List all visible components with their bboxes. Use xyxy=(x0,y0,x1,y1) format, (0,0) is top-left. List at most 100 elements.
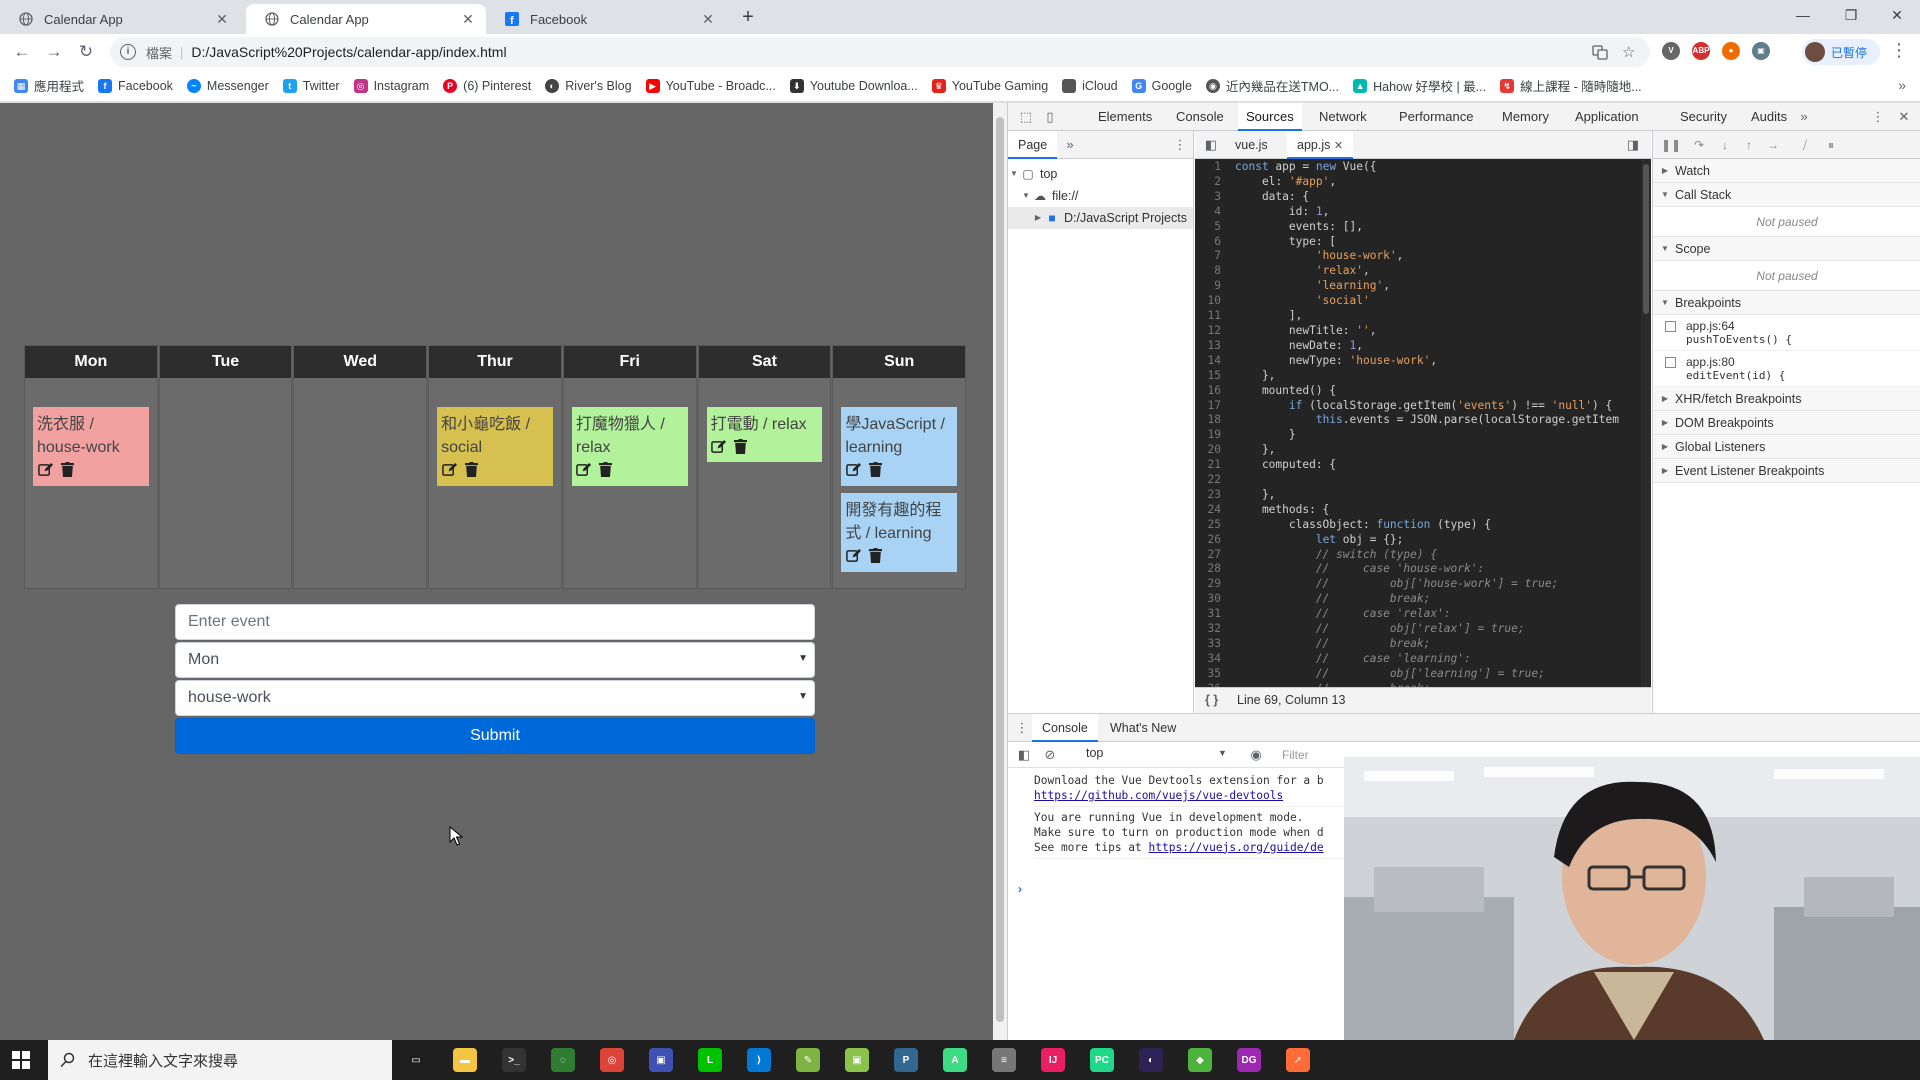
clear-console-icon[interactable]: ⊘ xyxy=(1042,747,1058,763)
submit-button[interactable]: Submit xyxy=(175,718,815,754)
pycharm-icon[interactable]: PC xyxy=(1090,1048,1114,1072)
extension-v-icon[interactable]: V xyxy=(1662,42,1680,60)
pause-icon[interactable]: ❚❚ xyxy=(1661,137,1681,153)
line-number[interactable]: 8 xyxy=(1195,264,1227,280)
step-out-icon[interactable]: ↑ xyxy=(1741,137,1757,153)
close-window-button[interactable]: ✕ xyxy=(1874,0,1920,30)
line-number[interactable]: 13 xyxy=(1195,338,1227,354)
vscode-icon[interactable]: ⟩ xyxy=(747,1048,771,1072)
line-number[interactable]: 15 xyxy=(1195,368,1227,384)
call-stack-section[interactable]: ▼ Call Stack xyxy=(1653,183,1920,207)
line-number[interactable]: 25 xyxy=(1195,517,1227,533)
line-number[interactable]: 22 xyxy=(1195,473,1227,488)
postman-icon[interactable]: ➚ xyxy=(1286,1048,1310,1072)
bookmark-item[interactable]: iCloud xyxy=(1062,78,1118,93)
bookmark-item[interactable]: ▦ 應用程式 xyxy=(14,76,84,95)
line-number[interactable]: 12 xyxy=(1195,323,1227,339)
chevron-right-icon[interactable]: » xyxy=(1898,77,1906,93)
edit-icon[interactable] xyxy=(576,461,592,477)
datagrip-icon[interactable]: DG xyxy=(1237,1048,1261,1072)
close-icon[interactable]: ✕ xyxy=(1896,109,1912,125)
close-icon[interactable]: ✕ xyxy=(460,11,476,28)
line-icon[interactable]: L xyxy=(698,1048,722,1072)
browser-tab-3[interactable]: f Facebook ✕ xyxy=(486,4,726,34)
line-number[interactable]: 4 xyxy=(1195,204,1227,220)
chrome-icon[interactable]: ◎ xyxy=(600,1048,624,1072)
editor-scrollbar[interactable] xyxy=(1641,160,1651,697)
context-select[interactable]: top xyxy=(1086,746,1236,760)
line-number[interactable]: 6 xyxy=(1195,234,1227,250)
mongodb-icon[interactable]: ◆ xyxy=(1188,1048,1212,1072)
edit-icon[interactable] xyxy=(441,461,457,477)
xhr-breakpoints-section[interactable]: ▶ XHR/fetch Breakpoints xyxy=(1653,387,1920,411)
line-number[interactable]: 21 xyxy=(1195,458,1227,474)
breakpoint-item[interactable]: app.js:64 pushToEvents() { xyxy=(1653,315,1920,351)
line-number[interactable]: 11 xyxy=(1195,309,1227,324)
breakpoints-section[interactable]: ▼ Breakpoints xyxy=(1653,291,1920,315)
browser-tab-1[interactable]: Calendar App ✕ xyxy=(0,4,240,34)
pretty-print-icon[interactable]: { } xyxy=(1205,688,1218,713)
restore-button[interactable]: ❐ xyxy=(1828,0,1874,30)
line-number[interactable]: 20 xyxy=(1195,443,1227,459)
bookmark-item[interactable]: t Twitter xyxy=(282,78,340,93)
page-scrollbar[interactable] xyxy=(993,103,1007,1040)
file-tab-app-js[interactable]: app.js ✕ xyxy=(1287,131,1354,159)
drawer-tab-console[interactable]: Console xyxy=(1032,714,1098,742)
bookmark-item[interactable]: ⬇ Youtube Downloa... xyxy=(789,78,918,93)
line-number[interactable]: 31 xyxy=(1195,607,1227,623)
line-number[interactable]: 28 xyxy=(1195,562,1227,578)
line-number[interactable]: 29 xyxy=(1195,577,1227,593)
sidebar-toggle-icon[interactable]: ◧ xyxy=(1016,747,1032,763)
bookmark-item[interactable]: G Google xyxy=(1131,78,1192,93)
line-number[interactable]: 35 xyxy=(1195,666,1227,682)
inspect-element-icon[interactable]: ⬚ xyxy=(1018,109,1034,125)
line-number[interactable]: 23 xyxy=(1195,487,1227,503)
menu-kebab-icon[interactable]: ⋮ xyxy=(1890,40,1908,61)
toggle-navigator-icon[interactable]: ◧ xyxy=(1203,137,1219,153)
step-icon[interactable]: → xyxy=(1765,137,1781,153)
eye-icon[interactable]: ◉ xyxy=(1248,747,1264,763)
notepad-icon[interactable]: ✎ xyxy=(796,1048,820,1072)
tree-node-folder[interactable]: ▶ ■ D:/JavaScript Projects xyxy=(1008,207,1193,229)
drawer-menu-icon[interactable]: ⋮ xyxy=(1014,720,1030,736)
drawer-tab-whats-new[interactable]: What's New xyxy=(1100,714,1186,742)
new-tab-button[interactable]: + xyxy=(737,6,759,28)
line-number[interactable]: 2 xyxy=(1195,174,1227,190)
devtools-tab-memory[interactable]: Memory xyxy=(1494,103,1557,131)
line-number[interactable]: 24 xyxy=(1195,502,1227,518)
android-icon[interactable]: A xyxy=(943,1048,967,1072)
database-icon[interactable]: ≡ xyxy=(992,1048,1016,1072)
minimize-button[interactable]: — xyxy=(1780,0,1826,30)
devtools-tab-application[interactable]: Application xyxy=(1567,103,1647,131)
intellij-icon[interactable]: IJ xyxy=(1041,1048,1065,1072)
devtools-tab-sources[interactable]: Sources xyxy=(1238,103,1302,131)
step-into-icon[interactable]: ↓ xyxy=(1717,137,1733,153)
browser-tab-2[interactable]: Calendar App ✕ xyxy=(246,4,486,34)
message-link[interactable]: https://vuejs.org/guide/de xyxy=(1149,841,1324,854)
watch-section[interactable]: ▶ Watch xyxy=(1653,159,1920,183)
breakpoint-checkbox[interactable] xyxy=(1665,357,1676,368)
extension-icon[interactable]: ▣ xyxy=(1752,42,1770,60)
app-icon[interactable]: ▣ xyxy=(845,1048,869,1072)
extension-icon[interactable]: ● xyxy=(1722,42,1740,60)
bookmark-item[interactable]: ♛ YouTube Gaming xyxy=(931,78,1048,93)
close-icon[interactable]: ✕ xyxy=(214,11,230,28)
devtools-tab-security[interactable]: Security xyxy=(1672,103,1735,131)
line-number[interactable]: 26 xyxy=(1195,532,1227,548)
line-number[interactable]: 3 xyxy=(1195,189,1227,205)
line-number[interactable]: 27 xyxy=(1195,547,1227,563)
event-title-input[interactable]: Enter event xyxy=(175,604,815,640)
deactivate-breakpoints-icon[interactable]: ⧸ xyxy=(1797,137,1813,153)
bookmark-item[interactable]: ◎ Instagram xyxy=(353,78,429,93)
line-number[interactable]: 10 xyxy=(1195,294,1227,310)
bookmark-item[interactable]: ~ Messenger xyxy=(186,78,269,93)
terminal-icon[interactable]: >_ xyxy=(502,1048,526,1072)
trash-icon[interactable] xyxy=(867,461,883,477)
line-number[interactable]: 1 xyxy=(1195,160,1227,175)
line-number[interactable]: 32 xyxy=(1195,622,1227,637)
refresh-app-icon[interactable]: ◌ xyxy=(551,1048,575,1072)
trash-icon[interactable] xyxy=(463,461,479,477)
bookmark-item[interactable]: ↯ 線上課程 - 隨時隨地... xyxy=(1500,76,1642,95)
devtools-menu-icon[interactable]: ⋮ xyxy=(1870,109,1886,125)
app-icon[interactable]: ▣ xyxy=(649,1048,673,1072)
